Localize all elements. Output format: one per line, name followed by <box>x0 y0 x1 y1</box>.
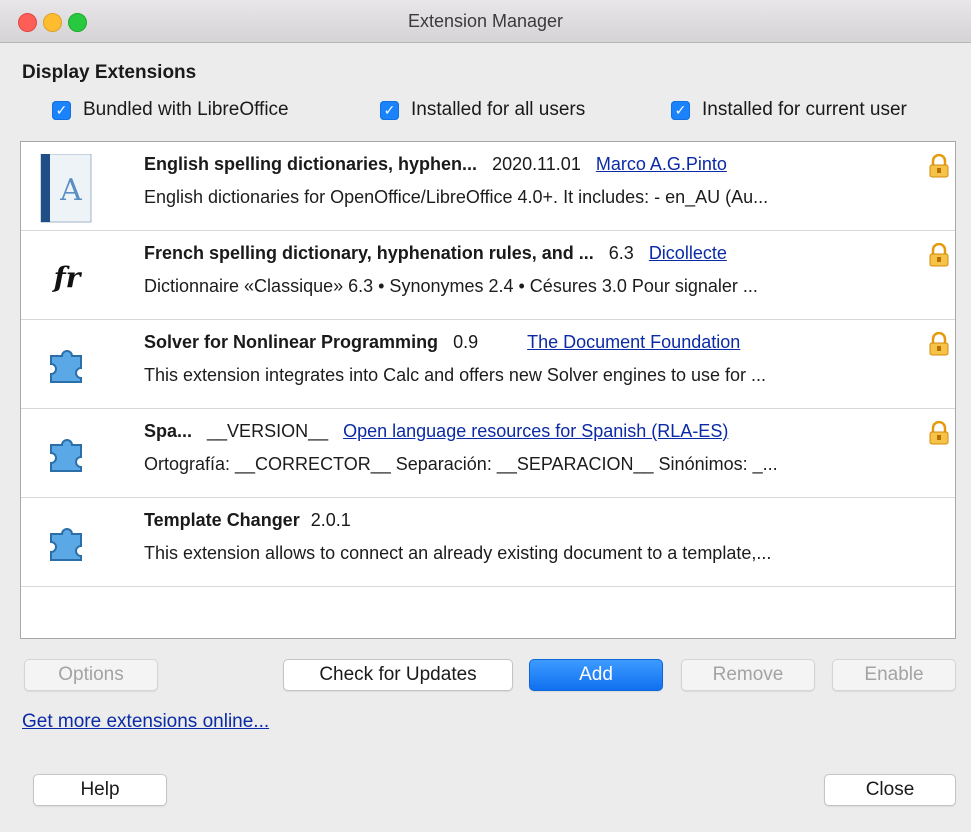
dictionary-book-icon: A <box>39 154 95 223</box>
publisher-link[interactable]: Marco A.G.Pinto <box>596 154 727 174</box>
puzzle-piece-icon <box>39 338 95 394</box>
extension-row-french-dictionary[interactable]: fr French spelling dictionary, hyphenati… <box>21 231 955 320</box>
extension-description: This extension allows to connect an alre… <box>144 543 772 563</box>
check-for-updates-button[interactable]: Check for Updates <box>283 659 513 691</box>
extension-version: __VERSION__ <box>207 421 329 441</box>
checkbox-all-users[interactable]: ✓ <box>380 100 399 120</box>
extension-version: 2020.11.01 <box>492 154 581 174</box>
filter-bundled[interactable]: ✓ Bundled with LibreOffice <box>52 99 289 121</box>
checkbox-current-user[interactable]: ✓ <box>671 100 690 120</box>
extension-row-template-changer[interactable]: Template Changer 2.0.1 This extension al… <box>21 498 955 587</box>
options-button[interactable]: Options <box>24 659 158 691</box>
lock-icon <box>928 242 950 272</box>
svg-text:A: A <box>59 173 82 208</box>
remove-button[interactable]: Remove <box>681 659 815 691</box>
get-more-extensions-link[interactable]: Get more extensions online... <box>22 711 269 733</box>
extension-row-solver[interactable]: Solver for Nonlinear Programming 0.9 The… <box>21 320 955 409</box>
extension-row-english-dictionaries[interactable]: A English spelling dictionaries, hyphen.… <box>21 142 955 231</box>
extension-name: Solver for Nonlinear Programming <box>144 332 439 352</box>
extension-name: French spelling dictionary, hyphenation … <box>144 243 594 263</box>
display-extensions-heading: Display Extensions <box>22 62 197 83</box>
extension-description: Dictionnaire «Classique» 6.3 • Synonymes… <box>144 276 758 296</box>
puzzle-piece-icon <box>39 427 95 483</box>
add-button[interactable]: Add <box>529 659 663 691</box>
french-fr-icon: fr <box>39 249 95 305</box>
close-button[interactable]: Close <box>824 774 956 806</box>
publisher-link[interactable]: Dicollecte <box>649 243 727 263</box>
filter-all-users-label: Installed for all users <box>411 99 586 120</box>
filter-current-user[interactable]: ✓ Installed for current user <box>671 99 907 121</box>
publisher-link[interactable]: Open language resources for Spanish (RLA… <box>343 421 728 441</box>
extension-list[interactable]: A English spelling dictionaries, hyphen.… <box>20 141 956 639</box>
extension-version: 6.3 <box>608 243 634 263</box>
help-button[interactable]: Help <box>33 774 167 806</box>
puzzle-piece-icon <box>39 516 95 572</box>
checkbox-bundled[interactable]: ✓ <box>52 100 71 120</box>
lock-icon <box>928 331 950 361</box>
extension-name: Template Changer <box>144 510 300 530</box>
extension-row-spanish[interactable]: Spa... __VERSION__ Open language resourc… <box>21 409 955 498</box>
lock-icon <box>928 420 950 450</box>
extension-version: 0.9 <box>453 332 479 352</box>
extension-description: English dictionaries for OpenOffice/Libr… <box>144 187 769 207</box>
extension-name: Spa... <box>144 421 193 441</box>
extension-name: English spelling dictionaries, hyphen... <box>144 154 478 174</box>
french-fr-icon-text: fr <box>53 260 81 294</box>
extension-version: 2.0.1 <box>310 510 351 530</box>
filter-current-user-label: Installed for current user <box>702 99 907 120</box>
title-bar: Extension Manager <box>0 0 971 43</box>
filter-bundled-label: Bundled with LibreOffice <box>83 99 289 120</box>
filter-all-users[interactable]: ✓ Installed for all users <box>380 99 585 121</box>
enable-button[interactable]: Enable <box>832 659 956 691</box>
lock-icon <box>928 153 950 183</box>
publisher-link[interactable]: The Document Foundation <box>527 332 740 352</box>
extension-description: Ortografía: __CORRECTOR__ Separación: __… <box>144 454 778 474</box>
window-title: Extension Manager <box>407 11 564 31</box>
extension-description: This extension integrates into Calc and … <box>144 365 767 385</box>
